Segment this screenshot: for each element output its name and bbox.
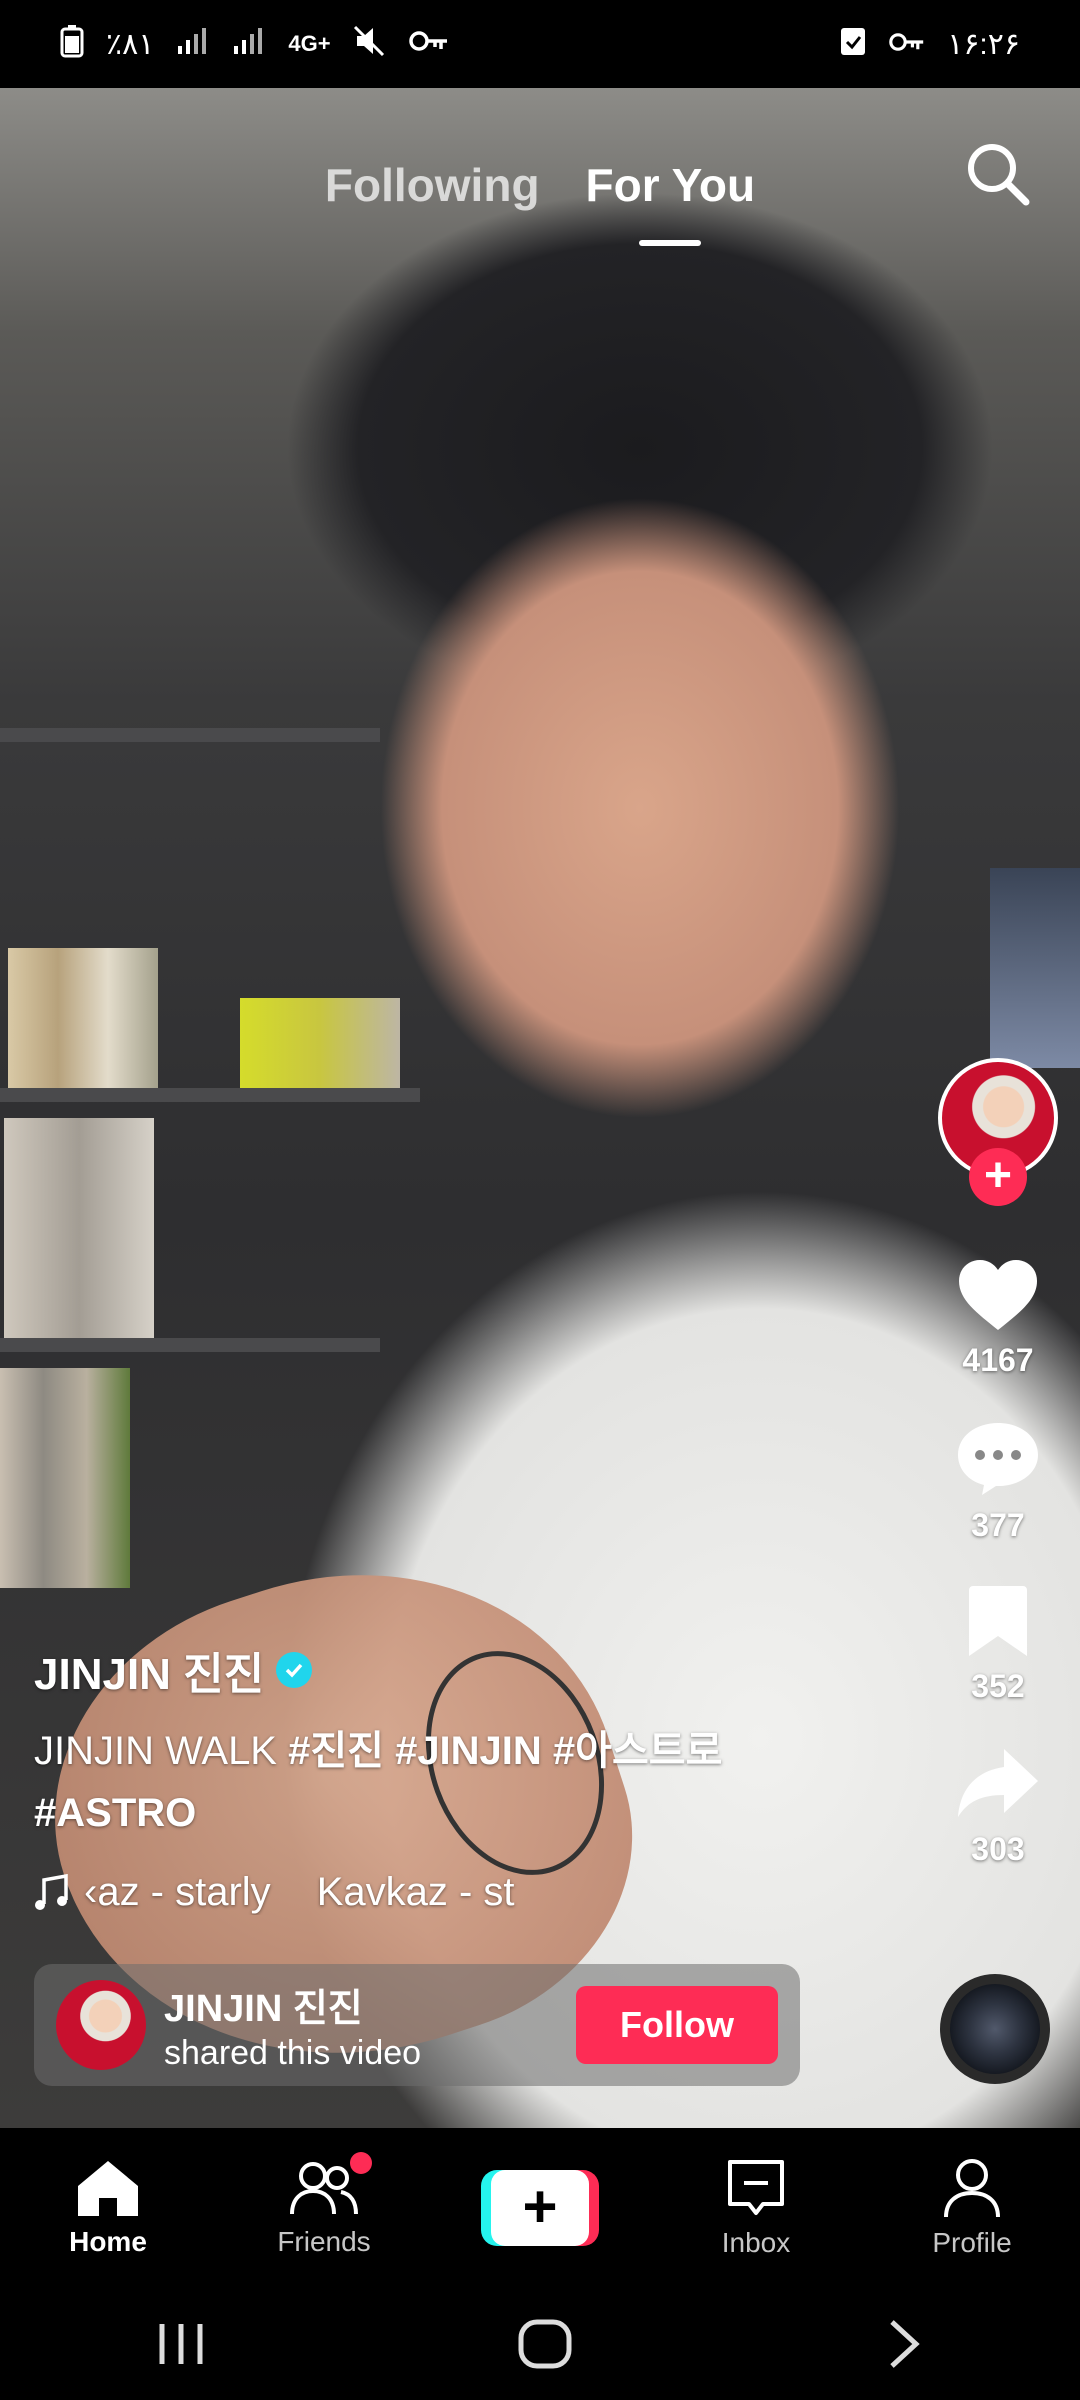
plus-icon: + xyxy=(491,2170,589,2246)
tab-underline xyxy=(639,240,702,246)
comment-action[interactable]: 377 xyxy=(956,1419,1040,1544)
music-row[interactable]: ‹az - starly Kavkaz - st xyxy=(34,1870,544,1915)
comment-count: 377 xyxy=(971,1507,1025,1543)
tab-for-you[interactable]: For You xyxy=(585,158,756,246)
system-nav-bar xyxy=(0,2288,1080,2400)
friends-icon xyxy=(290,2162,358,2215)
status-left: ٪۸۱ 4G+ xyxy=(60,24,449,64)
nav-friends-label: Friends xyxy=(277,2226,371,2257)
nav-create[interactable]: + xyxy=(450,2170,630,2246)
like-count: 4167 xyxy=(962,1342,1034,1378)
music-title-a: ‹az - starly xyxy=(84,1870,271,1914)
sharer-subtitle: shared this video xyxy=(164,2034,422,2072)
notification-dot xyxy=(350,2152,372,2174)
vpn-key-icon-2 xyxy=(889,29,925,59)
checklist-icon xyxy=(839,25,867,63)
nav-friends[interactable]: Friends xyxy=(234,2152,414,2258)
vpn-key-icon xyxy=(408,29,449,59)
profile-icon xyxy=(944,2159,1000,2218)
feed-tabs: Following For You xyxy=(0,140,1080,246)
create-button[interactable]: + xyxy=(481,2170,599,2246)
follow-button[interactable]: Follow xyxy=(576,1986,778,2064)
poster xyxy=(990,868,1080,1068)
inbox-icon xyxy=(728,2160,784,2215)
bookmark-action[interactable]: 352 xyxy=(967,1584,1029,1705)
tab-following[interactable]: Following xyxy=(325,158,540,212)
nav-profile[interactable]: Profile xyxy=(882,2157,1062,2259)
books xyxy=(8,948,158,1088)
mute-icon xyxy=(353,25,387,63)
music-title-b: Kavkaz - st xyxy=(316,1870,515,1914)
clock: ۱۶:۲۶ xyxy=(947,27,1020,61)
shelf xyxy=(0,728,380,742)
video-caption: JINJIN 진진 JINJIN WALK #진진 #JINJIN #아스트로 … xyxy=(34,1638,794,1915)
sharer-name: JINJIN 진진 xyxy=(164,1988,363,2030)
tab-for-you-label: For You xyxy=(585,159,756,211)
share-action[interactable]: 303 xyxy=(956,1745,1040,1868)
shared-by-card[interactable]: JINJIN 진진 shared this video Follow xyxy=(34,1964,800,2086)
share-count: 303 xyxy=(971,1831,1025,1867)
verified-badge-icon xyxy=(276,1652,313,1688)
like-action[interactable]: 4167 xyxy=(957,1258,1039,1379)
share-icon xyxy=(958,1749,1038,1817)
search-button[interactable] xyxy=(962,138,1032,208)
author-row[interactable]: JINJIN 진진 xyxy=(34,1638,794,1702)
music-disc[interactable] xyxy=(940,1974,1050,2084)
battery-percent: ٪۸۱ xyxy=(106,27,155,61)
books xyxy=(0,1368,130,1588)
status-right: ۱۶:۲۶ xyxy=(839,25,1020,63)
nav-home-label: Home xyxy=(69,2226,147,2257)
search-icon xyxy=(968,144,1030,206)
nav-inbox[interactable]: Inbox xyxy=(666,2157,846,2259)
network-type: 4G+ xyxy=(288,31,331,56)
back-chevron-icon[interactable] xyxy=(884,2318,924,2370)
bottom-nav: Home Friends + Inbox Profile xyxy=(0,2128,1080,2288)
action-rail: + 4167 377 352 303 xyxy=(938,1058,1058,1868)
description[interactable]: JINJIN WALK #진진 #JINJIN #아스트로 #ASTRO xyxy=(34,1720,794,1844)
nav-profile-label: Profile xyxy=(932,2227,1012,2258)
music-title: ‹az - starly Kavkaz - st xyxy=(84,1870,515,1915)
shelf xyxy=(0,1088,420,1102)
sharer-info: JINJIN 진진 shared this video xyxy=(164,1977,576,2073)
bookmark-icon xyxy=(969,1586,1027,1656)
books xyxy=(4,1118,154,1338)
bookmark-count: 352 xyxy=(971,1668,1025,1704)
comment-icon xyxy=(958,1423,1038,1495)
follow-plus-button[interactable]: + xyxy=(969,1148,1027,1206)
sharer-avatar[interactable] xyxy=(56,1980,146,2070)
home-icon xyxy=(78,2161,138,2216)
heart-icon xyxy=(959,1260,1037,1330)
battery-icon xyxy=(60,24,84,64)
status-bar: ٪۸۱ 4G+ ۱۶:۲۶ xyxy=(0,0,1080,88)
recent-apps-icon[interactable] xyxy=(156,2320,206,2368)
music-note-icon xyxy=(35,1873,68,1910)
author-name: JINJIN 진진 xyxy=(34,1650,265,1699)
home-system-icon[interactable] xyxy=(517,2318,573,2370)
description-text: JINJIN WALK xyxy=(34,1729,289,1773)
nav-home[interactable]: Home xyxy=(18,2158,198,2258)
shelf xyxy=(0,1338,380,1352)
nav-inbox-label: Inbox xyxy=(721,2227,791,2258)
books xyxy=(240,998,400,1088)
signal-icon-2 xyxy=(232,26,266,62)
signal-icon xyxy=(176,26,210,62)
